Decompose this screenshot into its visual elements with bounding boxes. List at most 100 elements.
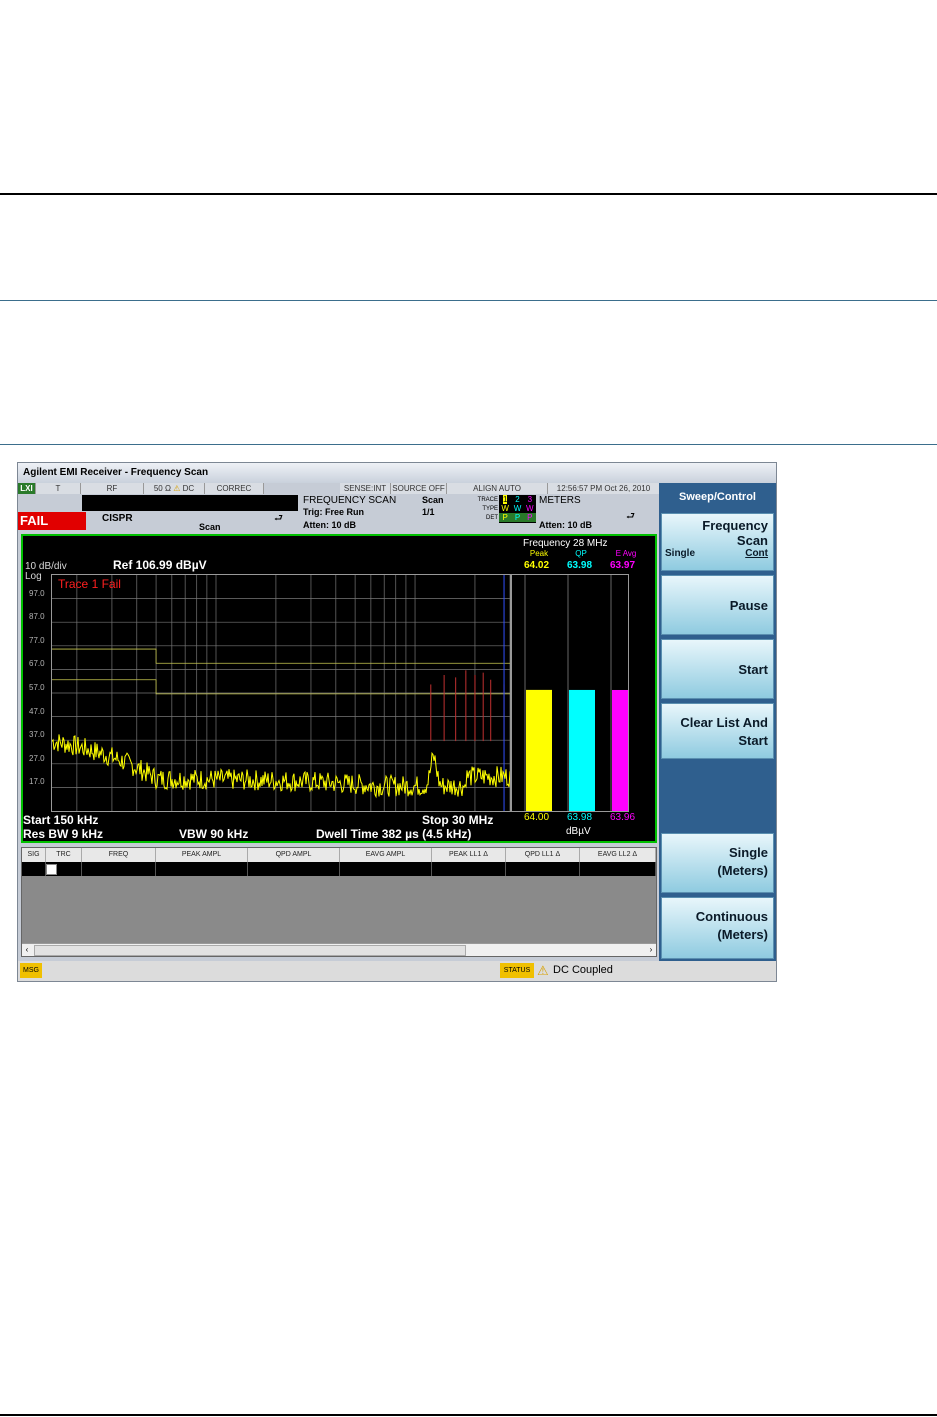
softkey-panel: Sweep/Control Frequency Scan Single Cont… xyxy=(659,483,776,961)
table-column-header[interactable]: TRC xyxy=(46,848,82,862)
table-row-separator xyxy=(339,862,340,876)
lxi-badge: LXI xyxy=(18,483,36,494)
cispr-label: CISPR xyxy=(102,513,133,524)
trace-1-type: W xyxy=(501,504,509,513)
local-icon: ⮐ xyxy=(274,513,283,524)
trace-2-det: P xyxy=(514,513,521,522)
y-tick-label: 67.0 xyxy=(29,659,45,669)
frequency-scan-softkey[interactable]: Frequency Scan Single Cont xyxy=(661,513,774,571)
y-tick-label: 97.0 xyxy=(29,588,45,598)
pause-softkey[interactable]: Pause xyxy=(661,575,774,635)
page-rule-bottom xyxy=(0,1414,937,1416)
softkey-menu-title: Sweep/Control xyxy=(661,485,774,509)
meters-title: METERS xyxy=(539,495,581,506)
continuous-meters-softkey[interactable]: Continuous (Meters) xyxy=(661,897,774,959)
trace-fail-label: Trace 1 Fail xyxy=(58,577,121,591)
dwell-time: Dwell Time 382 µs (4.5 kHz) xyxy=(316,827,472,841)
limit-line-avg xyxy=(52,679,510,695)
meter-label-peak: Peak xyxy=(529,549,549,558)
meter-svg xyxy=(524,575,628,811)
emi-receiver-window: Agilent EMI Receiver - Frequency Scan LX… xyxy=(17,462,777,982)
scroll-left-icon[interactable]: ‹ xyxy=(22,944,32,955)
single-meters-softkey[interactable]: Single (Meters) xyxy=(661,833,774,893)
status-sense: SENSE:INT xyxy=(340,483,391,494)
status-correc: CORREC xyxy=(205,483,264,494)
meter-bar-peak xyxy=(526,689,552,811)
scroll-thumb[interactable] xyxy=(34,945,466,956)
video-bandwidth: VBW 90 kHz xyxy=(179,827,249,841)
scale-type: Log xyxy=(25,571,42,582)
limit-line-qp xyxy=(52,648,510,664)
signal-list-table: SIG TRC FREQ PEAK AMPL QPD AMPL EAVG AMPL PEAK… xyxy=(21,847,657,957)
frequency-scan-line2: Scan xyxy=(736,533,768,548)
table-row-separator xyxy=(81,862,82,876)
table-column-header[interactable]: PEAK LL1 Δ xyxy=(432,848,506,862)
status-datetime: 12:56:57 PM Oct 26, 2010 xyxy=(548,483,660,494)
y-tick-label: 77.0 xyxy=(29,635,45,645)
clear-line1: Clear List And xyxy=(680,715,768,730)
horizontal-scrollbar[interactable]: ‹ › xyxy=(22,943,656,956)
table-column-header[interactable]: EAVG AMPL xyxy=(340,848,432,862)
meters-attenuation: Atten: 10 dB xyxy=(539,520,593,530)
status-impedance: 50 Ω ⚠ DC xyxy=(144,483,205,494)
frequency-scan-line1: Frequency xyxy=(702,518,768,533)
coupling-value: DC xyxy=(182,484,195,493)
single-line2: (Meters) xyxy=(717,863,768,878)
warning-icon: ⚠ xyxy=(173,484,181,493)
det-label: DET xyxy=(486,515,498,521)
resolution-bandwidth: Res BW 9 kHz xyxy=(23,827,104,841)
y-tick-label: 27.0 xyxy=(29,753,45,763)
meter-bottom-eavg: 63.96 xyxy=(610,812,636,823)
status-rf: RF xyxy=(81,483,144,494)
title-box xyxy=(82,495,298,511)
start-frequency: Start 150 kHz xyxy=(23,813,99,827)
status-align: ALIGN AUTO xyxy=(447,483,548,494)
type-label: TYPE xyxy=(482,506,498,512)
status-button[interactable]: STATUS xyxy=(500,963,534,978)
clear-list-and-start-softkey[interactable]: Clear List And Start xyxy=(661,703,774,759)
table-column-header[interactable]: SIG xyxy=(22,848,46,862)
trace-3-det: P xyxy=(527,513,533,522)
table-column-header[interactable]: QPD AMPL xyxy=(248,848,340,862)
row-checkbox[interactable] xyxy=(46,864,57,875)
table-row-separator xyxy=(431,862,432,876)
page-rule-2 xyxy=(0,444,937,445)
meter-unit: dBµV xyxy=(566,826,591,837)
table-row-separator xyxy=(247,862,248,876)
continuous-line2: (Meters) xyxy=(717,927,768,942)
y-tick-label: 87.0 xyxy=(29,612,45,622)
scan-count: 1/1 xyxy=(422,507,435,517)
table-row-separator xyxy=(579,862,580,876)
impedance-value: 50 Ω xyxy=(153,484,171,493)
status-source: SOURCE OFF xyxy=(391,483,447,494)
table-column-header[interactable]: EAVG LL2 Δ xyxy=(580,848,656,862)
trace-legend: 1 2 3 W W W P P P xyxy=(499,495,536,523)
fail-text: FAIL xyxy=(20,513,49,528)
spectrum-svg xyxy=(52,575,510,811)
table-column-header[interactable]: PEAK AMPL xyxy=(156,848,248,862)
trace-3-num: 3 xyxy=(527,495,533,504)
clear-line2: Start xyxy=(738,733,768,748)
status-warning-icon: ⚠ xyxy=(537,963,549,978)
scan-cont-option[interactable]: Cont xyxy=(745,548,768,559)
reference-level: Ref 106.99 dBµV xyxy=(113,558,207,572)
trigger-info: Trig: Free Run xyxy=(303,507,365,517)
start-softkey[interactable]: Start xyxy=(661,639,774,699)
table-column-header[interactable]: QPD LL1 Δ xyxy=(506,848,580,862)
trace-3-type: W xyxy=(526,504,534,513)
table-header: SIG TRC FREQ PEAK AMPL QPD AMPL EAVG AMPL PEAK… xyxy=(22,848,656,862)
msg-button[interactable]: MSG xyxy=(20,963,42,978)
meter-frequency: Frequency 28 MHz xyxy=(523,538,608,549)
meter-bars xyxy=(511,574,629,812)
message-bar: MSG STATUS ⚠ DC Coupled xyxy=(18,961,776,981)
settings-panel: LXI T RF 50 Ω ⚠ DC CORREC SENSE:INT SOUR… xyxy=(18,483,660,532)
scan-single-option[interactable]: Single xyxy=(665,548,695,559)
table-column-header[interactable]: FREQ xyxy=(82,848,156,862)
table-row[interactable] xyxy=(22,862,656,876)
trace-1-num: 1 xyxy=(502,495,508,504)
scroll-right-icon[interactable]: › xyxy=(646,944,656,955)
single-line1: Single xyxy=(728,845,768,860)
status-spacer xyxy=(264,483,339,494)
fail-indicator: FAIL xyxy=(18,512,86,530)
page-rule-1 xyxy=(0,300,937,301)
